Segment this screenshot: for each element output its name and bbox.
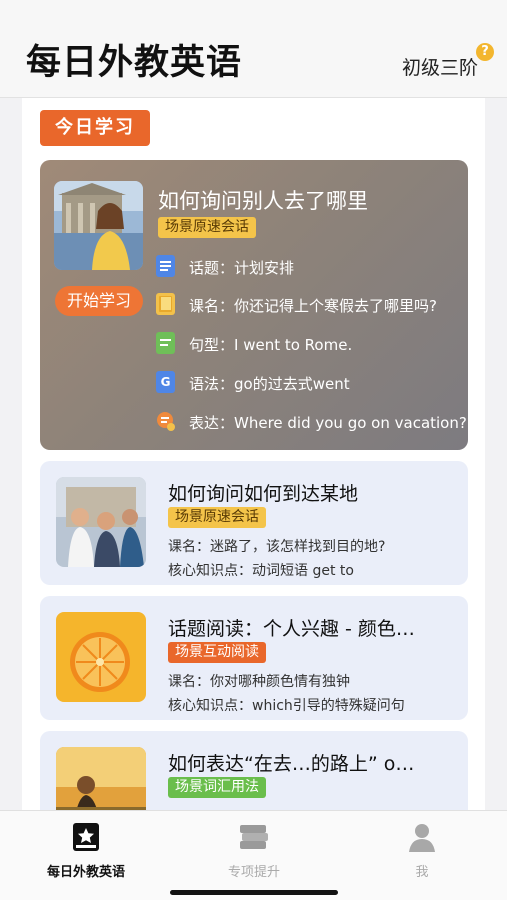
expression-icon <box>156 410 175 432</box>
tab-label: 每日外教英语 <box>46 865 125 880</box>
lesson-thumbnail <box>56 747 146 810</box>
topic-icon <box>156 255 175 277</box>
tab-daily-english[interactable]: 每日外教英语 <box>26 817 146 881</box>
lesson-list[interactable]: 今日学习 如何询问别人去了哪里 场景原速会话 开始学习 话题：计划安排 课名：你… <box>22 98 485 810</box>
featured-lesson-thumbnail <box>54 181 143 270</box>
grammar-icon: G <box>156 371 175 393</box>
lesson-thumbnail <box>56 612 146 702</box>
featured-expression-text: 表达：Where did you go on vacation? <box>189 414 467 432</box>
tab-me[interactable]: 我 <box>362 817 482 881</box>
bottom-tab-bar: 每日外教英语 专项提升 我 <box>0 810 507 900</box>
featured-pattern-text: 句型：I went to Rome. <box>189 336 353 354</box>
pattern-icon <box>156 332 175 354</box>
lesson-thumbnail <box>56 477 146 567</box>
lesson-course-name: 课名：你对哪种颜色情有独钟 <box>168 674 350 690</box>
lesson-tag: 场景互动阅读 <box>168 642 266 663</box>
tab-label: 我 <box>415 865 429 880</box>
lesson-card[interactable]: 话题阅读：个人兴趣 - 颜色… 场景互动阅读 课名：你对哪种颜色情有独钟 核心知… <box>40 596 468 720</box>
lesson-tag: 场景词汇用法 <box>168 777 266 798</box>
level-selector[interactable]: 初级三阶 <box>402 53 478 80</box>
start-learning-button[interactable]: 开始学习 <box>55 286 143 316</box>
lesson-card[interactable]: 如何询问如何到达某地 场景原速会话 课名：迷路了，该怎样找到目的地? 核心知识点… <box>40 461 468 585</box>
lesson-card[interactable]: 如何表达“在去…的路上” o… 场景词汇用法 <box>40 731 468 810</box>
app-root: 每日外教英语 初级三阶 ? 今日学习 如何询问别人去了哪里 场景原速会话 开始学… <box>0 0 507 900</box>
star-book-icon <box>70 821 102 853</box>
home-indicator <box>170 890 338 895</box>
featured-lesson-title: 如何询问别人去了哪里 <box>158 189 368 213</box>
page-title: 每日外教英语 <box>26 43 243 83</box>
featured-grammar-text: 语法：go的过去式went <box>189 375 350 393</box>
featured-topic-text: 话题：计划安排 <box>189 259 295 277</box>
featured-lesson-card[interactable]: 如何询问别人去了哪里 场景原速会话 开始学习 话题：计划安排 课名：你还记得上个… <box>40 160 468 450</box>
lesson-tag: 场景原速会话 <box>168 507 266 528</box>
featured-course-text: 课名：你还记得上个寒假去了哪里吗? <box>189 297 437 315</box>
help-icon[interactable]: ? <box>476 43 494 61</box>
tab-label: 专项提升 <box>227 865 280 880</box>
header: 每日外教英语 初级三阶 ? <box>0 0 507 98</box>
tab-special-improvement[interactable]: 专项提升 <box>194 817 314 881</box>
lesson-title: 如何表达“在去…的路上” o… <box>168 753 415 775</box>
lesson-key-point: 核心知识点：动词短语 get to <box>168 563 354 579</box>
lesson-key-point: 核心知识点：which引导的特殊疑问句 <box>168 698 405 714</box>
course-icon <box>156 293 175 315</box>
lesson-course-name: 课名：迷路了，该怎样找到目的地? <box>168 539 386 555</box>
person-icon <box>406 821 438 853</box>
lesson-title: 如何询问如何到达某地 <box>168 483 359 505</box>
books-stack-icon <box>238 821 270 853</box>
lesson-title: 话题阅读：个人兴趣 - 颜色… <box>168 618 415 640</box>
today-study-badge: 今日学习 <box>40 110 150 146</box>
featured-lesson-tag: 场景原速会话 <box>158 217 256 238</box>
